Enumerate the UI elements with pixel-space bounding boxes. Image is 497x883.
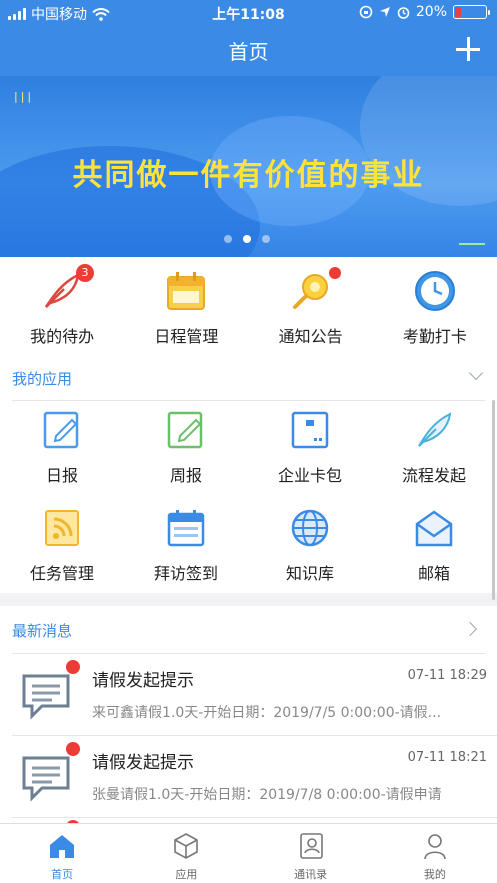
app-weekly-report[interactable]: 周报	[124, 410, 248, 490]
mail-icon	[415, 510, 453, 547]
section-title: 我的应用	[12, 370, 73, 388]
tab-home[interactable]: 首页	[0, 824, 124, 883]
message-item[interactable]: 请假发起提示 07-11 18:21 张曼请假1.0天-开始日期：2019/7/…	[0, 736, 497, 818]
app-label: 知识库	[285, 564, 334, 583]
battery-icon	[453, 5, 490, 19]
plus-icon[interactable]	[455, 36, 481, 62]
chevron-down-icon[interactable]	[468, 365, 484, 381]
app-label: 任务管理	[29, 564, 94, 583]
page-title: 首页	[228, 40, 269, 64]
message-time: 07-11 18:21	[407, 750, 487, 765]
shortcut-label: 我的待办	[30, 327, 95, 346]
message-bubble-icon	[22, 756, 70, 802]
rotation-lock-icon	[359, 5, 373, 19]
quill-icon	[418, 412, 452, 447]
unread-dot-badge	[66, 660, 80, 674]
message-item[interactable]: 请假发起提示 07-11 18:29 来可鑫请假1.0天-开始日期：2019/7…	[0, 654, 497, 736]
shortcut-label: 考勤打卡	[402, 327, 467, 346]
chevron-right-icon[interactable]	[462, 621, 478, 637]
banner-accent-line	[459, 243, 485, 245]
carousel-dots	[224, 235, 270, 243]
banner-carousel[interactable]: ||| 共同做一件有价值的事业	[0, 76, 497, 257]
person-icon	[423, 834, 446, 860]
tab-contacts[interactable]: 通讯录	[249, 824, 373, 883]
tab-me[interactable]: 我的	[373, 824, 497, 883]
tab-label: 通讯录	[294, 868, 328, 881]
tab-label: 应用	[175, 868, 198, 881]
tab-label: 我的	[423, 868, 446, 881]
clock-icon	[414, 271, 455, 311]
app-label: 流程发起	[401, 466, 466, 485]
shortcut-schedule[interactable]: 日程管理	[124, 257, 248, 356]
shortcut-label: 日程管理	[154, 327, 219, 346]
app-workflow[interactable]: 流程发起	[372, 410, 496, 490]
top-bar: 中国移动 上午11:08 20% 首页	[0, 0, 497, 76]
contacts-icon	[299, 833, 323, 859]
tab-apps[interactable]: 应用	[124, 824, 248, 883]
message-summary: 张曼请假1.0天-开始日期：2019/7/8 0:00:00-请假申请	[92, 787, 442, 803]
app-task-management[interactable]: 任务管理	[0, 508, 124, 588]
globe-icon	[291, 509, 329, 547]
app-visit-checkin[interactable]: 拜访签到	[124, 508, 248, 588]
alarm-icon	[397, 6, 410, 19]
shortcut-attendance[interactable]: 考勤打卡	[373, 257, 497, 356]
calendar-icon	[167, 272, 206, 310]
todo-count-badge: 3	[76, 264, 94, 282]
app-knowledge-base[interactable]: 知识库	[248, 508, 372, 588]
app-mailbox[interactable]: 邮箱	[372, 508, 496, 588]
location-icon	[379, 7, 390, 17]
message-summary: 来可鑫请假1.0天-开始日期：2019/7/5 0:00:00-请假...	[92, 705, 442, 721]
app-label: 拜访签到	[153, 564, 218, 583]
edit-note-icon	[43, 411, 79, 449]
unread-dot-badge	[66, 742, 80, 756]
divider	[12, 817, 497, 818]
app-daily-report[interactable]: 日报	[0, 410, 124, 490]
shortcut-row: 3 我的待办 日程管理 通知公告 考勤打卡	[0, 257, 497, 356]
battery-percent: 20%	[415, 4, 447, 20]
latest-news-section: 最新消息 请假发起提示 07-11 18:29 来可鑫请假1.0天-开始日期：2…	[0, 606, 497, 824]
tab-label: 首页	[51, 868, 74, 881]
card-box-icon	[291, 411, 329, 449]
message-title: 请假发起提示	[92, 753, 194, 773]
app-label: 邮箱	[417, 564, 450, 583]
carousel-dot-active[interactable]	[243, 235, 251, 243]
my-apps-section: 我的应用 日报 周报 企业卡包 流程发起 任务管理 拜访签到 知识库 邮箱	[0, 356, 497, 600]
app-label: 日报	[45, 466, 78, 485]
shortcut-label: 通知公告	[278, 327, 343, 346]
calendar-icon	[167, 510, 205, 547]
message-title: 请假发起提示	[92, 671, 194, 691]
shortcut-notice[interactable]: 通知公告	[249, 257, 373, 356]
app-label: 企业卡包	[277, 466, 342, 485]
app-card-wallet[interactable]: 企业卡包	[248, 410, 372, 490]
banner-mark: |||	[14, 90, 35, 103]
edit-note-icon	[167, 411, 203, 449]
section-title: 最新消息	[12, 622, 73, 640]
notice-dot-badge	[328, 267, 341, 279]
divider	[12, 400, 485, 401]
app-label: 周报	[169, 466, 202, 485]
task-rss-icon	[45, 510, 79, 546]
shortcut-todo[interactable]: 3 我的待办	[0, 257, 124, 356]
status-bar: 中国移动 上午11:08 20%	[0, 0, 497, 26]
carousel-dot[interactable]	[224, 235, 232, 243]
banner-slogan: 共同做一件有价值的事业	[72, 158, 425, 193]
battery-fill	[455, 7, 462, 17]
cube-icon	[174, 833, 199, 859]
message-bubble-icon	[22, 674, 70, 720]
bottom-tab-bar: 首页 应用 通讯录 我的	[0, 823, 497, 883]
home-icon	[50, 835, 74, 858]
megaphone-icon	[292, 274, 328, 309]
carousel-dot[interactable]	[262, 235, 270, 243]
message-time: 07-11 18:29	[407, 668, 487, 683]
